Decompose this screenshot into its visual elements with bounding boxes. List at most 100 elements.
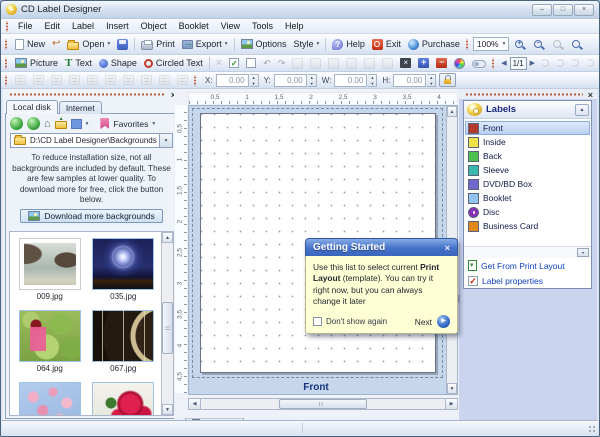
h-spinner[interactable]: ▲▼ [427,74,436,87]
thumbnail-image-guitar[interactable] [92,310,154,362]
align-right-button[interactable] [48,74,65,86]
delete-object-button[interactable]: × [213,57,225,70]
thumbnail-item[interactable] [88,382,160,416]
resize-grip[interactable] [587,424,596,433]
panel-close-icon[interactable]: × [588,91,593,99]
remove-label-button[interactable]: − [433,57,450,69]
thumbnail-item[interactable]: 067.jpg [88,310,160,373]
snap-toggle-button[interactable] [469,58,489,69]
thumbnail-image-birdhouse[interactable] [19,310,81,362]
thumbnail-item[interactable]: 035.jpg [88,238,160,301]
label-item-business-card[interactable]: Business Card [465,219,590,233]
collapse-panel-button[interactable]: ▲ [575,104,589,116]
home-button[interactable]: ⌂ [44,118,51,130]
same-height-button[interactable] [138,74,155,86]
lock-aspect-button[interactable] [439,73,456,87]
insert-circled-text-button[interactable]: Circled Text [141,57,206,69]
thumbnail-image-blossom[interactable] [19,382,81,416]
canvas-scroll-right-button[interactable]: ▶ [445,399,457,409]
zoom-100-button[interactable] [548,39,566,49]
label-item-dvd-bd-box[interactable]: DVD/BD Box [465,177,590,191]
align-bottom-button[interactable] [102,74,119,86]
panel-drag-handle[interactable] [465,93,583,96]
insert-picture-button[interactable]: Picture [12,57,61,69]
labels-more-dropdown-button[interactable]: ▾ [577,248,589,257]
h-field[interactable]: 0.00 [393,74,426,87]
get-from-print-layout-link[interactable]: Get From Print Layout [464,258,591,273]
print-button[interactable]: Print [138,38,178,51]
dont-show-again-checkbox[interactable] [313,317,322,326]
menu-file[interactable]: File [12,20,39,32]
label-properties-link[interactable]: ✓ Label properties [464,273,591,288]
menu-help[interactable]: Help [279,20,310,32]
menu-label[interactable]: Label [66,20,100,32]
y-spinner[interactable]: ▲▼ [308,74,317,87]
align-left-button[interactable] [12,74,29,86]
path-dropdown-button[interactable]: ▾ [159,134,172,147]
zoom-fit-button[interactable] [567,39,585,49]
menu-object[interactable]: Object [135,20,173,32]
w-field[interactable]: 0.00 [334,74,367,87]
menu-view[interactable]: View [215,20,246,32]
thumbnail-item[interactable]: 064.jpg [14,310,86,373]
zoom-object-button[interactable] [361,57,378,70]
label-item-sleeve[interactable]: Sleeve [465,163,590,177]
canvas-scroll-up-button[interactable]: ▲ [447,106,457,117]
insert-text-button[interactable]: TText [62,57,95,70]
thumbnail-image-beach[interactable] [19,238,81,290]
canvas-scroll-down-button[interactable]: ▼ [447,383,457,394]
menu-booklet[interactable]: Booklet [173,20,215,32]
align-middle-button[interactable] [84,74,101,86]
w-spinner[interactable]: ▲▼ [368,74,377,87]
copy-button[interactable] [307,57,324,70]
previous-page-button[interactable]: ◀ [499,59,508,67]
add-label-button[interactable]: + [415,57,432,69]
canvas-horizontal-scrollbar[interactable]: ◀ ▶ [188,398,458,410]
tab-internet[interactable]: Internet [59,101,102,114]
export-button[interactable]: Export▾ [179,38,231,50]
label-item-booklet[interactable]: Booklet [465,191,590,205]
menu-edit[interactable]: Edit [39,20,67,32]
label-item-inside[interactable]: Inside [465,135,590,149]
style-button[interactable]: Style▾ [291,38,323,50]
thumbnail-item[interactable] [14,382,86,416]
scrollbar-thumb[interactable] [162,302,173,354]
ungroup-button[interactable] [174,74,191,86]
rotate-left-button[interactable] [538,58,552,68]
flip-v-button[interactable] [583,58,597,68]
favorites-dropdown-icon[interactable]: ▾ [152,121,155,127]
exit-button[interactable]: Exit [369,38,404,51]
thumbnail-image-roses[interactable] [92,382,154,416]
thumbnail-scrollbar[interactable]: ▲ ▼ [161,232,173,415]
favorites-button[interactable]: Favorites [113,119,148,129]
close-button[interactable]: × [574,4,594,16]
menu-insert[interactable]: Insert [100,20,135,32]
same-width-button[interactable] [120,74,137,86]
thumbnail-image-fireworks[interactable] [92,238,154,290]
help-button[interactable]: ?Help [329,38,368,51]
group-button[interactable] [156,74,173,86]
view-mode-dropdown-icon[interactable]: ▾ [86,121,89,127]
download-backgrounds-button[interactable]: Download more backgrounds [20,209,163,223]
align-center-h-button[interactable] [30,74,47,86]
forward-button[interactable] [27,117,40,130]
up-folder-button[interactable] [55,121,67,129]
object-properties-button[interactable] [243,57,259,69]
tab-local-disk[interactable]: Local disk [6,100,58,114]
label-item-back[interactable]: Back [465,149,590,163]
lock-object-button[interactable] [379,57,396,70]
menu-tools[interactable]: Tools [246,20,279,32]
canvas-scroll-left-button[interactable]: ◀ [189,399,201,409]
zoom-in-button[interactable]: + [510,39,528,49]
zoom-out-button[interactable]: − [529,39,547,49]
view-mode-button[interactable] [71,119,82,129]
panel-drag-handle[interactable] [9,93,166,96]
edit-object-button[interactable]: ✓ [226,57,242,69]
reopen-button[interactable]: ↩ [49,38,63,50]
purchase-button[interactable]: Purchase [405,38,463,51]
x-spinner[interactable]: ▲▼ [250,74,259,87]
redo-button[interactable]: ↷ [275,57,289,70]
cut-button[interactable] [289,57,306,70]
y-field[interactable]: 0.00 [274,74,307,87]
scroll-up-button[interactable]: ▲ [162,232,173,243]
